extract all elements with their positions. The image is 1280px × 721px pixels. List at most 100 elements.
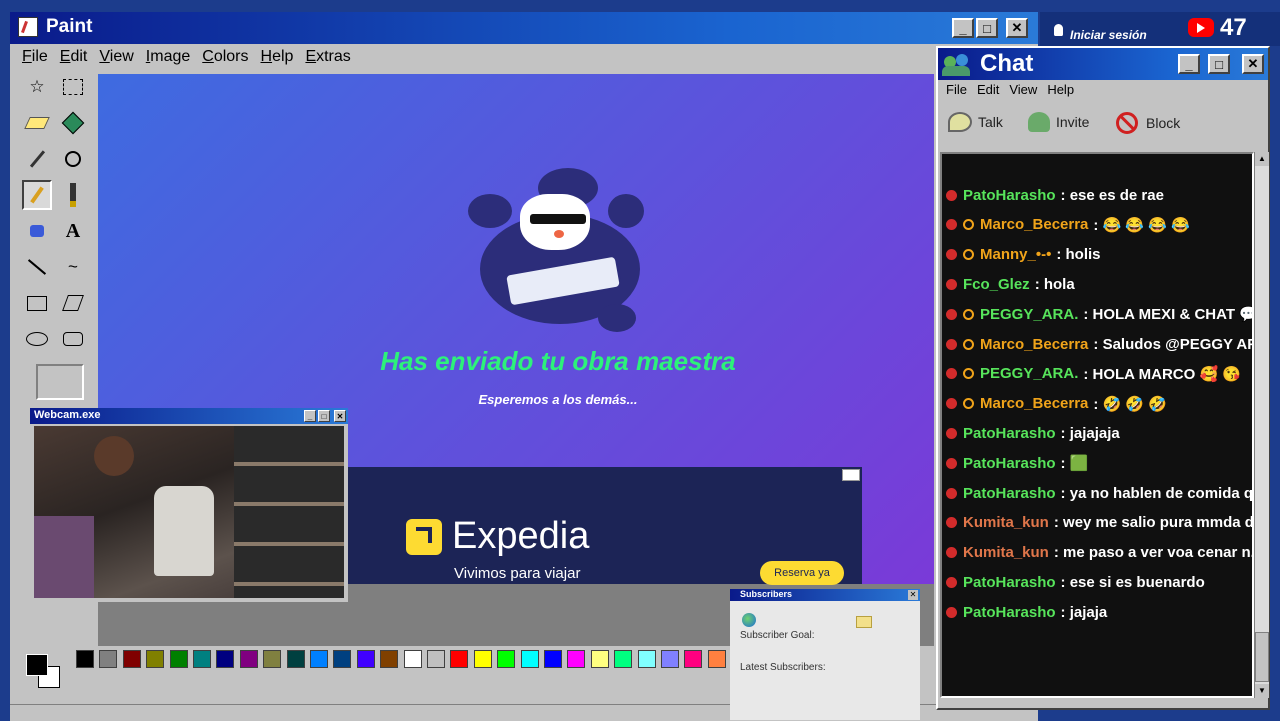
color-swatch[interactable] (380, 650, 399, 668)
chat-username[interactable]: PatoHarasho (963, 574, 1056, 591)
rectangle-icon[interactable] (22, 288, 52, 318)
webcam-minimize-button[interactable]: _ (304, 410, 316, 422)
chat-username[interactable]: Kumita_kun (963, 514, 1049, 531)
tool-options[interactable] (36, 364, 84, 400)
color-swatch[interactable] (614, 650, 633, 668)
color-swatch[interactable] (193, 650, 211, 668)
chat-username[interactable]: PEGGY_ARA. (980, 365, 1078, 382)
color-swatch[interactable] (450, 650, 469, 668)
color-swatch[interactable] (403, 650, 422, 668)
subscribers-close-button[interactable]: ✕ (908, 590, 918, 600)
minimize-button[interactable]: _ (952, 18, 974, 38)
color-swatch[interactable] (590, 650, 609, 668)
color-swatch[interactable] (76, 650, 94, 668)
chat-username[interactable]: PatoHarasho (963, 485, 1056, 502)
color-swatch[interactable] (520, 650, 539, 668)
color-swatch[interactable] (239, 650, 258, 668)
menu-edit[interactable]: Edit (60, 48, 88, 66)
color-picker-icon[interactable] (22, 144, 52, 174)
chat-menu-view[interactable]: View (1009, 82, 1037, 102)
brush-icon[interactable] (58, 180, 88, 210)
chat-maximize-button[interactable]: □ (1208, 54, 1230, 74)
chat-username[interactable]: Kumita_kun (963, 544, 1049, 561)
rounded-rect-icon[interactable] (58, 324, 88, 354)
scroll-thumb[interactable] (1255, 632, 1269, 682)
menu-help[interactable]: Help (261, 48, 294, 66)
magnifier-icon[interactable] (58, 144, 88, 174)
color-swatch[interactable] (216, 650, 235, 668)
webcam-maximize-button[interactable]: □ (318, 410, 330, 422)
curve-icon[interactable]: ~ (58, 252, 88, 282)
color-swatch[interactable] (684, 650, 703, 668)
color-swatch[interactable] (473, 650, 492, 668)
chat-menu-file[interactable]: File (946, 82, 967, 102)
chat-username[interactable]: PEGGY_ARA. (980, 306, 1078, 323)
talk-button[interactable]: Talk (948, 112, 1003, 132)
color-swatch[interactable] (707, 650, 726, 668)
expedia-ad[interactable]: Expedia Vivimos para viajar Reserva ya (348, 467, 862, 585)
chat-scrollbar[interactable]: ▲ ▼ (1254, 152, 1269, 698)
webcam-close-button[interactable]: ✕ (334, 410, 346, 422)
chat-messages[interactable]: PatoHarasho: ese es de rae Marco_Becerra:… (940, 152, 1254, 698)
cat-logo (468, 164, 648, 334)
current-colors[interactable] (22, 650, 64, 692)
ad-cta-button[interactable]: Reserva ya (760, 561, 844, 585)
text-icon[interactable]: A (58, 216, 88, 246)
chat-menu-edit[interactable]: Edit (977, 82, 999, 102)
pencil-icon[interactable] (22, 180, 52, 210)
eraser-icon[interactable] (22, 108, 52, 138)
chat-minimize-button[interactable]: _ (1178, 54, 1200, 74)
color-swatch[interactable] (356, 650, 375, 668)
chat-close-button[interactable]: ✕ (1242, 54, 1264, 74)
fill-icon[interactable] (58, 108, 88, 138)
invite-button[interactable]: Invite (1028, 112, 1089, 132)
chat-username[interactable]: Marco_Becerra (980, 216, 1088, 233)
free-select-icon[interactable]: ☆ (22, 72, 52, 102)
color-swatch[interactable] (99, 650, 118, 668)
color-swatch[interactable] (427, 650, 445, 668)
rect-select-icon[interactable] (58, 72, 88, 102)
color-swatch[interactable] (637, 650, 656, 668)
color-swatch[interactable] (122, 650, 141, 668)
chat-username[interactable]: PatoHarasho (963, 604, 1056, 621)
menu-image[interactable]: Image (146, 48, 190, 66)
polygon-icon[interactable] (58, 288, 88, 318)
close-button[interactable]: ✕ (1006, 18, 1028, 38)
color-swatch[interactable] (497, 650, 516, 668)
chat-username[interactable]: Marco_Becerra (980, 336, 1088, 353)
color-swatch[interactable] (661, 650, 679, 668)
chat-menu-help[interactable]: Help (1047, 82, 1074, 102)
ad-info-icon[interactable] (842, 469, 860, 481)
chat-username[interactable]: PatoHarasho (963, 455, 1056, 472)
color-swatch[interactable] (310, 650, 328, 668)
scroll-down-arrow-icon[interactable]: ▼ (1255, 684, 1269, 698)
menu-colors[interactable]: Colors (202, 48, 248, 66)
menu-extras[interactable]: Extras (305, 48, 350, 66)
talk-label: Talk (978, 114, 1003, 130)
menu-view[interactable]: View (99, 48, 133, 66)
chat-username[interactable]: PatoHarasho (963, 187, 1056, 204)
chat-username[interactable]: PatoHarasho (963, 425, 1056, 442)
block-button[interactable]: Block (1116, 112, 1180, 134)
youtube-icon (946, 576, 957, 588)
ellipse-icon[interactable] (22, 324, 52, 354)
color-swatch[interactable] (544, 650, 562, 668)
color-swatch[interactable] (263, 650, 282, 668)
color-swatch[interactable] (286, 650, 305, 668)
line-icon[interactable] (22, 252, 52, 282)
color-swatch[interactable] (333, 650, 352, 668)
menu-file[interactable]: File (22, 48, 48, 66)
chat-username[interactable]: Marco_Becerra (980, 395, 1088, 412)
color-swatch[interactable] (146, 650, 165, 668)
webcam-title: Webcam.exe (34, 409, 101, 421)
airbrush-icon[interactable] (22, 216, 52, 246)
color-swatch[interactable] (567, 650, 586, 668)
chat-username[interactable]: Fco_Glez (963, 276, 1030, 293)
scroll-up-arrow-icon[interactable]: ▲ (1255, 152, 1269, 166)
chat-username[interactable]: Manny_•-• (980, 246, 1051, 263)
ad-tagline: Vivimos para viajar (454, 565, 581, 582)
login-link[interactable]: Iniciar sesión (1070, 28, 1147, 42)
maximize-button[interactable]: □ (976, 18, 998, 38)
youtube-bar: Iniciar sesión 47 (1040, 12, 1280, 46)
color-swatch[interactable] (169, 650, 188, 668)
